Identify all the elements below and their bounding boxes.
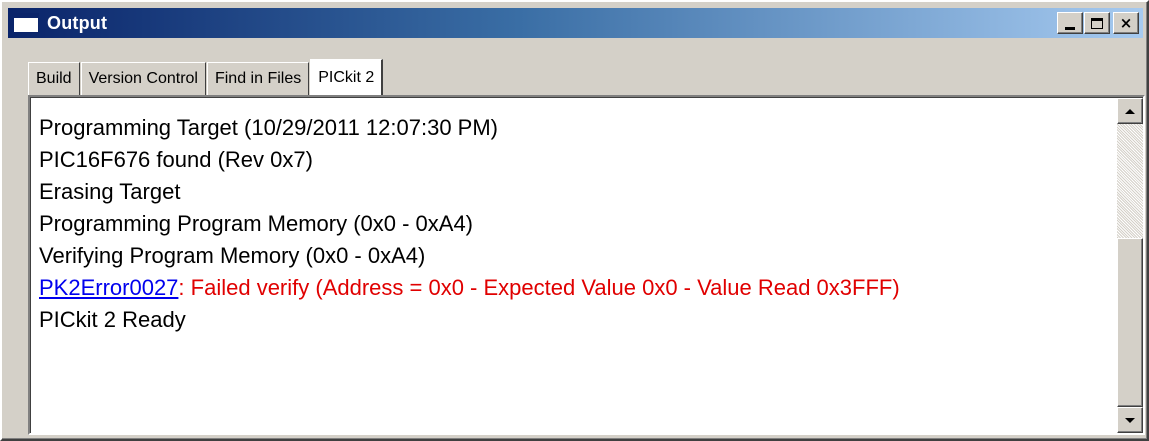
output-window: Output × Build Version Control Find in F… bbox=[0, 0, 1149, 441]
close-button[interactable]: × bbox=[1113, 12, 1139, 34]
output-line: PIC16F676 found (Rev 0x7) bbox=[39, 147, 313, 172]
close-icon: × bbox=[1119, 13, 1133, 32]
tab-label: Find in Files bbox=[214, 70, 302, 87]
error-message: Failed verify (Address = 0x0 - Expected … bbox=[184, 275, 900, 300]
scroll-down-button[interactable] bbox=[1117, 407, 1143, 433]
output-line: Programming Target (10/29/2011 12:07:30 … bbox=[39, 115, 499, 140]
output-line: Erasing Target bbox=[39, 179, 181, 204]
output-pane: Programming Target (10/29/2011 12:07:30 … bbox=[28, 95, 1145, 435]
scroll-up-button[interactable] bbox=[1117, 98, 1143, 124]
title-buttons: × bbox=[1056, 12, 1139, 34]
tab-version-control[interactable]: Version Control bbox=[80, 62, 206, 95]
tab-label: Build bbox=[36, 70, 72, 87]
scroll-thumb[interactable] bbox=[1117, 238, 1143, 407]
error-line: PK2Error0027: Failed verify (Address = 0… bbox=[39, 272, 1104, 304]
title-bar[interactable]: Output × bbox=[8, 8, 1143, 38]
output-text-area[interactable]: Programming Target (10/29/2011 12:07:30 … bbox=[39, 112, 1104, 336]
tab-find-in-files[interactable]: Find in Files bbox=[206, 62, 310, 95]
arrow-down-icon bbox=[1125, 417, 1135, 423]
maximize-button[interactable] bbox=[1084, 12, 1110, 34]
maximize-icon bbox=[1091, 17, 1103, 29]
arrow-up-icon bbox=[1125, 108, 1135, 114]
tab-build[interactable]: Build bbox=[28, 62, 80, 95]
tab-strip: Build Version Control Find in Files PICk… bbox=[28, 59, 384, 96]
output-line: Programming Program Memory (0x0 - 0xA4) bbox=[39, 211, 474, 236]
tab-pickit-2[interactable]: PICkit 2 bbox=[310, 59, 384, 96]
window-title: Output bbox=[47, 12, 108, 33]
vertical-scrollbar[interactable] bbox=[1117, 98, 1143, 433]
output-line: Verifying Program Memory (0x0 - 0xA4) bbox=[39, 243, 426, 268]
error-code-link[interactable]: PK2Error0027 bbox=[39, 275, 178, 300]
minimize-icon bbox=[1065, 26, 1075, 30]
tab-label: PICkit 2 bbox=[318, 69, 375, 86]
tab-label: Version Control bbox=[88, 70, 198, 87]
output-line: PICkit 2 Ready bbox=[39, 307, 186, 332]
minimize-button[interactable] bbox=[1057, 12, 1083, 34]
output-pane-inner: Programming Target (10/29/2011 12:07:30 … bbox=[30, 97, 1143, 433]
window-icon bbox=[13, 13, 39, 33]
